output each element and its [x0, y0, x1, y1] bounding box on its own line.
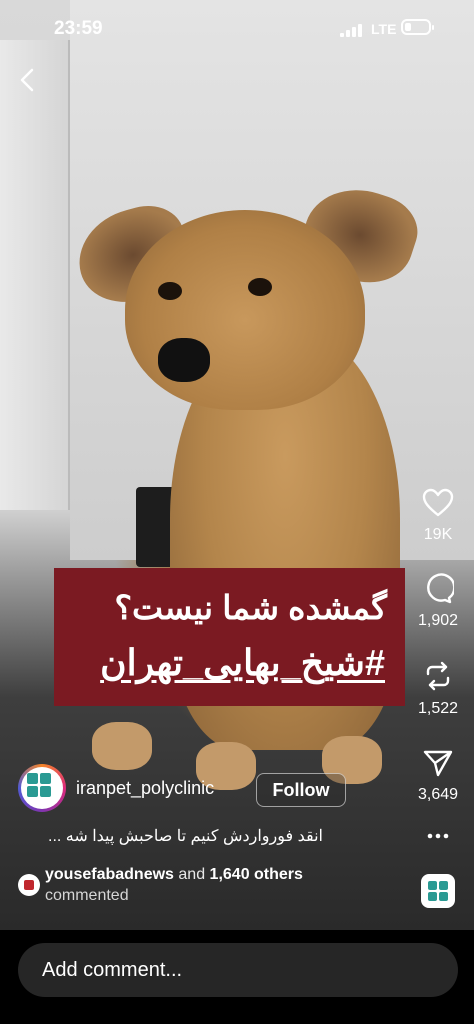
send-icon — [423, 750, 453, 777]
and-text: and — [178, 866, 206, 883]
repost-button[interactable]: 1,522 — [408, 660, 468, 718]
post-caption[interactable]: انقد فورواردش کنیم تا صاحبش پیدا شه ... — [48, 826, 374, 846]
reel-video[interactable] — [0, 0, 474, 930]
cabinet — [0, 40, 70, 510]
battery-icon — [401, 19, 434, 35]
commenter-username: yousefabadnews — [45, 866, 174, 883]
others-count: 1,640 others — [209, 866, 303, 883]
video-text-overlay: گمشده شما نیست؟ #شیخ_بهایی_تهران — [54, 568, 405, 706]
status-bar: 23:59 LTE — [0, 0, 474, 58]
repost-icon — [426, 661, 450, 691]
like-count: 19K — [423, 526, 453, 543]
more-button[interactable] — [408, 826, 468, 846]
comment-icon — [427, 573, 454, 604]
add-comment-input[interactable]: Add comment... — [18, 943, 458, 997]
comment-button[interactable]: 1,902 — [408, 572, 468, 630]
network-label: LTE — [371, 21, 397, 37]
heart-icon — [422, 488, 454, 517]
overlay-line-1: گمشده شما نیست؟ — [114, 589, 387, 626]
author-username[interactable]: iranpet_polyclinic — [76, 778, 214, 799]
repost-count: 1,522 — [417, 700, 459, 717]
back-icon[interactable] — [12, 64, 44, 96]
follow-button[interactable]: Follow — [256, 773, 346, 807]
comment-summary-line: yousefabadnews and 1,640 others — [45, 866, 303, 884]
more-icon — [427, 833, 449, 839]
status-time: 23:59 — [54, 18, 103, 39]
comment-count: 1,902 — [417, 612, 459, 629]
dog-head — [125, 210, 365, 410]
avatar[interactable] — [18, 764, 66, 812]
signal-icon — [340, 24, 362, 37]
like-button[interactable]: 19K — [408, 488, 468, 544]
commenter-avatar — [18, 874, 40, 896]
share-button[interactable]: 3,649 — [408, 748, 468, 804]
audio-thumbnail-icon[interactable] — [421, 874, 455, 908]
dog-nose — [158, 338, 210, 382]
comment-bar: Add comment... — [0, 930, 474, 1024]
overlay-hashtag: #شیخ_بهایی_تهران — [100, 642, 385, 683]
dog-eye — [248, 278, 272, 296]
commented-label: commented — [45, 887, 129, 904]
dog-paw — [92, 722, 152, 770]
dog-eye — [158, 282, 182, 300]
share-count: 3,649 — [417, 786, 459, 803]
